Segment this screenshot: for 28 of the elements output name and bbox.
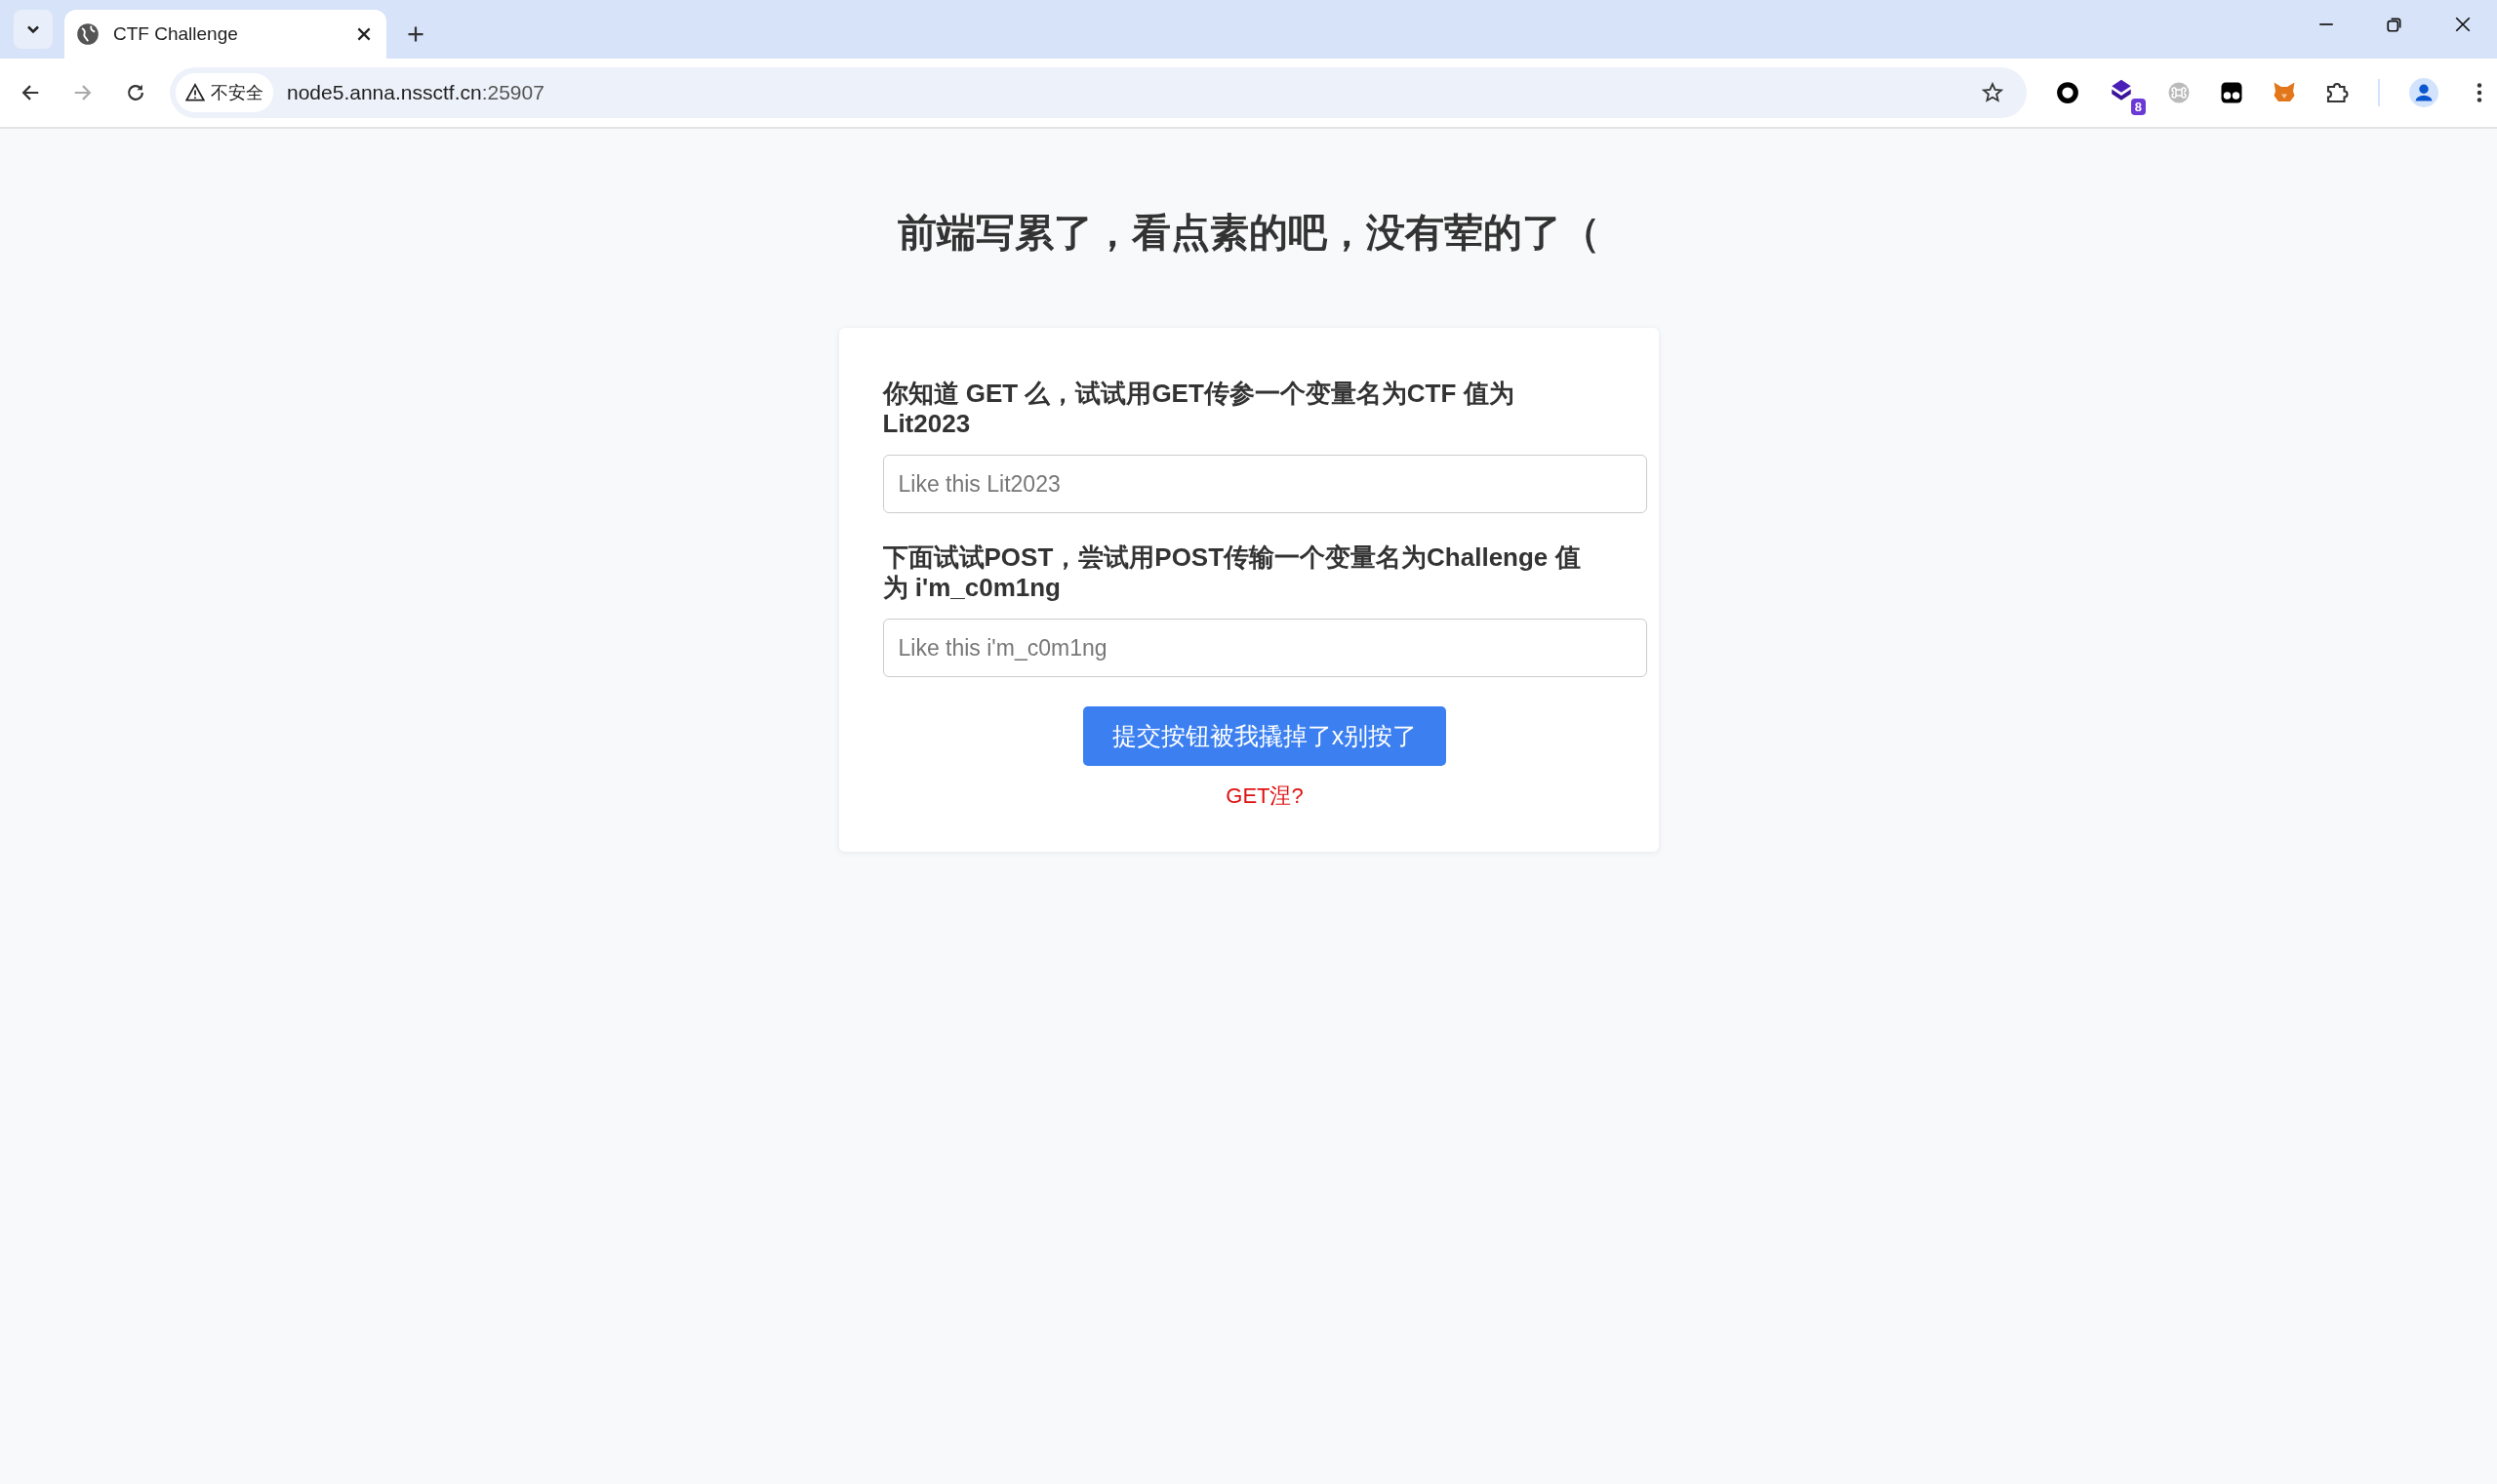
tab-list-button[interactable] [14, 10, 53, 49]
globe-icon [76, 22, 100, 46]
submit-button[interactable]: 提交按钮被我撬掉了x别按了 [1082, 706, 1447, 766]
ring-icon[interactable] [2056, 81, 2079, 104]
security-label: 不安全 [211, 82, 263, 104]
fox-icon[interactable] [2273, 81, 2296, 104]
tab-title: CTF Challenge [113, 23, 239, 45]
extension-badge: 8 [2130, 99, 2146, 115]
input-field[interactable]: Like this Lit2023 [882, 455, 1647, 513]
get-link[interactable]: GET涅? [1226, 782, 1304, 811]
warning-icon [185, 83, 205, 102]
url-text: node5.anna.nssctf.cn:25907 [287, 81, 544, 104]
star-icon[interactable] [1982, 82, 2003, 103]
field-label: 你知道 GET 么，试试用GET传参一个变量名为CTF 值为 Lit2023 [882, 379, 1515, 439]
security-chip[interactable]: 不安全 [176, 73, 273, 112]
profile-avatar-icon[interactable] [2409, 78, 2438, 107]
input-field[interactable]: Like this i'm_c0m1ng [882, 619, 1647, 677]
new-tab-icon[interactable] [406, 24, 425, 44]
restore-icon[interactable] [2386, 16, 2403, 33]
two-dots-icon[interactable] [2220, 81, 2243, 104]
page-heading: 前端写累了，看点素的吧，没有荤的了（ [897, 210, 1600, 256]
close-icon[interactable] [2454, 16, 2472, 33]
puzzle-icon[interactable] [2325, 81, 2349, 104]
browser-tab[interactable]: CTF Challenge [64, 10, 386, 59]
field-label: 下面试试POST，尝试用POST传输一个变量名为Challenge 值为 i'm_c0m1ng [882, 542, 1582, 603]
close-icon[interactable] [355, 25, 373, 43]
reload-icon[interactable] [125, 82, 146, 103]
address-bar[interactable]: 不安全 node5.anna.nssctf.cn:25907 [170, 67, 2027, 118]
